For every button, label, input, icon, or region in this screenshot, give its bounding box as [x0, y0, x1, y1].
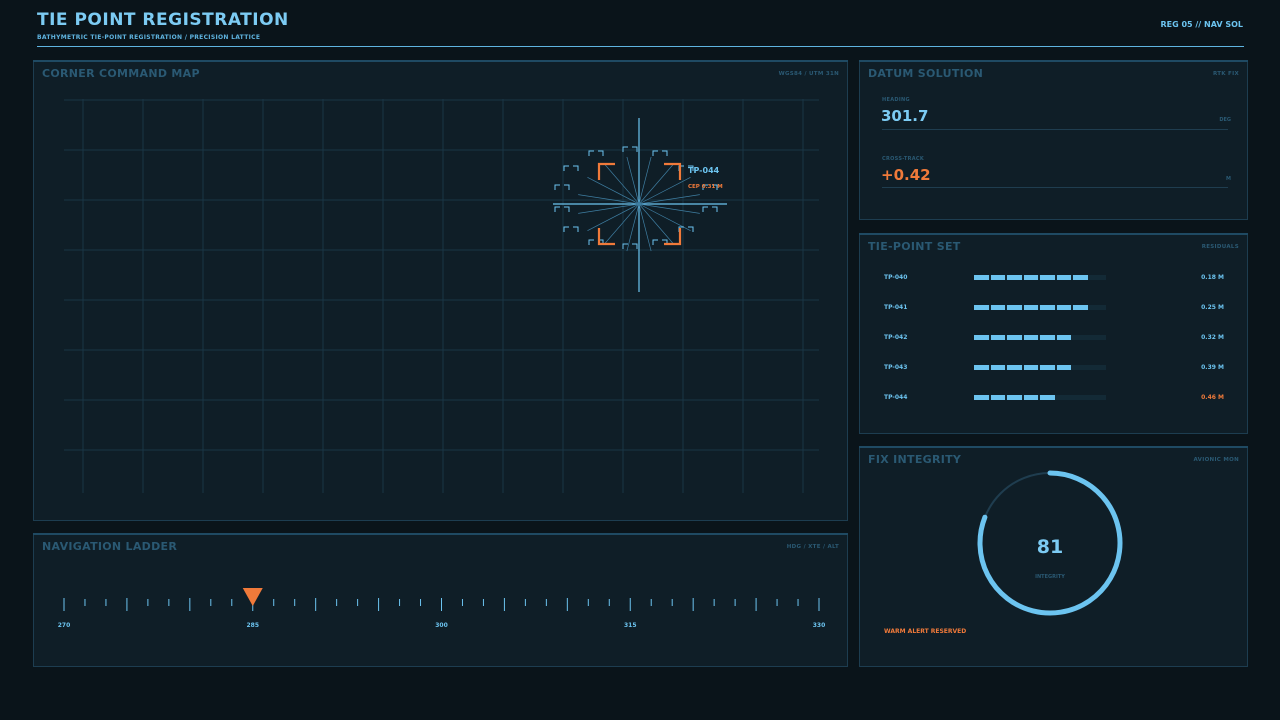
- cross-track-unit: M: [1226, 176, 1231, 182]
- tie-point-row[interactable]: TP-043 0.39 M: [884, 364, 1224, 374]
- heading-divider: [882, 129, 1228, 130]
- residual-bar: [974, 365, 1106, 370]
- residual-bar-segment: [1056, 275, 1071, 280]
- navigation-ladder-panel[interactable]: NAVIGATION LADDER HDG / XTE / ALT 270 285…: [33, 533, 848, 667]
- tie-point-row[interactable]: TP-042 0.32 M: [884, 334, 1224, 344]
- tie-point-marker: [563, 226, 579, 232]
- residual-bar-segment: [974, 305, 989, 310]
- tie-point-name: TP-041: [884, 304, 908, 311]
- tie-point-name: TP-044: [884, 394, 908, 401]
- page-subtitle: BATHYMETRIC TIE-POINT REGISTRATION / PRE…: [37, 34, 261, 41]
- target-label: TP-044: [688, 166, 720, 175]
- residual-bar-segment: [1007, 305, 1022, 310]
- residual-bar-segment: [1040, 305, 1055, 310]
- tie-point-markers: [554, 146, 718, 249]
- residual-bar-segment: [1023, 395, 1038, 400]
- residual-value: 0.39 M: [1201, 364, 1224, 371]
- tie-point-name: TP-040: [884, 274, 908, 281]
- datum-title: DATUM SOLUTION: [868, 67, 984, 80]
- residual-value: 0.25 M: [1201, 304, 1224, 311]
- tie-point-name: TP-042: [884, 334, 908, 341]
- cross-track-value: +0.42: [881, 166, 931, 184]
- cep-label: CEP 0.31 M: [688, 184, 723, 190]
- corner-command-map-panel[interactable]: CORNER COMMAND MAP WGS84 / UTM 31N TP-04…: [33, 60, 848, 521]
- heading-label: HEADING: [882, 97, 910, 103]
- ladder-label: 300: [435, 622, 448, 629]
- tie-point-row[interactable]: TP-040 0.18 M: [884, 274, 1224, 284]
- heading-pointer: [242, 588, 263, 606]
- residual-bar-segment: [1023, 335, 1038, 340]
- residual-bar: [974, 275, 1106, 280]
- residual-bar-segment: [1040, 335, 1055, 340]
- ladder-label: 330: [812, 622, 826, 629]
- heading-value: 301.7: [881, 107, 929, 125]
- residual-bar-segment: [1007, 365, 1022, 370]
- map-canvas[interactable]: TP-044 CEP 0.31 M: [34, 61, 847, 520]
- residual-bar-segment: [1040, 275, 1055, 280]
- tie-point-marker: [588, 150, 604, 156]
- residual-bar-segment: [1056, 335, 1071, 340]
- residuals-tag: RESIDUALS: [1201, 244, 1239, 250]
- residual-bar-segment: [974, 395, 989, 400]
- residual-bar-segment: [974, 365, 989, 370]
- residual-bar-segment: [1007, 335, 1022, 340]
- tie-point-row[interactable]: TP-044 0.46 M: [884, 394, 1224, 404]
- heading-unit: DEG: [1219, 117, 1231, 123]
- residual-bar-segment: [1073, 305, 1088, 310]
- tie-point-marker: [652, 150, 668, 156]
- tie-point-marker: [702, 206, 718, 212]
- tie-point-marker: [563, 165, 579, 171]
- residual-value: 0.46 M: [1201, 394, 1224, 401]
- datum-fix-tag: RTK FIX: [1212, 71, 1239, 77]
- integrity-label: INTEGRITY: [1035, 574, 1065, 580]
- tie-point-marker: [622, 243, 638, 249]
- registration-status: REG 05 // NAV SOL: [1160, 20, 1243, 29]
- residual-bar-segment: [990, 335, 1005, 340]
- residual-bar: [974, 395, 1106, 400]
- residual-bar-segment: [1007, 275, 1022, 280]
- warm-alert-text: WARM ALERT RESERVED: [884, 628, 967, 635]
- tie-point-row[interactable]: TP-041 0.25 M: [884, 304, 1224, 314]
- residual-bar-segment: [1040, 395, 1055, 400]
- residual-bar-segment: [1023, 275, 1038, 280]
- cross-track-label: CROSS-TRACK: [882, 156, 925, 162]
- cross-track-divider: [882, 187, 1228, 188]
- residual-bar-segment: [974, 335, 989, 340]
- map-grid: [64, 99, 819, 493]
- tie-point-marker: [554, 206, 570, 212]
- residual-value: 0.32 M: [1201, 334, 1224, 341]
- residual-bar-segment: [1073, 275, 1088, 280]
- header-divider: [37, 46, 1244, 47]
- residual-bar-segment: [990, 395, 1005, 400]
- ladder-ticks: [63, 598, 820, 611]
- tieset-title: TIE-POINT SET: [868, 240, 961, 253]
- residual-bar-segment: [1040, 365, 1055, 370]
- residual-bar: [974, 305, 1106, 310]
- residual-bar: [974, 335, 1106, 340]
- ladder-scale[interactable]: [34, 534, 847, 666]
- residual-bar-segment: [1056, 365, 1071, 370]
- integrity-value: 81: [1037, 536, 1063, 558]
- residual-bar-segment: [1007, 395, 1022, 400]
- tie-point-marker: [554, 184, 570, 190]
- residual-bar-segment: [1056, 305, 1071, 310]
- ladder-label: 315: [623, 622, 637, 629]
- fix-integrity-panel: FIX INTEGRITY AVIONIC MON 81 INTEGRITY W…: [859, 446, 1248, 667]
- tie-point-name: TP-043: [884, 364, 908, 371]
- residual-bar-segment: [990, 365, 1005, 370]
- ladder-label: 285: [246, 622, 260, 629]
- datum-solution-panel: DATUM SOLUTION RTK FIX HEADING 301.7 DEG…: [859, 60, 1248, 220]
- residual-bar-segment: [990, 305, 1005, 310]
- residual-value: 0.18 M: [1201, 274, 1224, 281]
- residual-bar-segment: [990, 275, 1005, 280]
- tie-point-set-panel: TIE-POINT SET RESIDUALS TP-040 0.18 M TP-0…: [859, 233, 1248, 434]
- residual-bar-segment: [974, 275, 989, 280]
- residual-bar-segment: [1023, 305, 1038, 310]
- residual-bar-segment: [1023, 365, 1038, 370]
- page-title: TIE POINT REGISTRATION: [37, 10, 289, 30]
- ladder-label: 270: [57, 622, 71, 629]
